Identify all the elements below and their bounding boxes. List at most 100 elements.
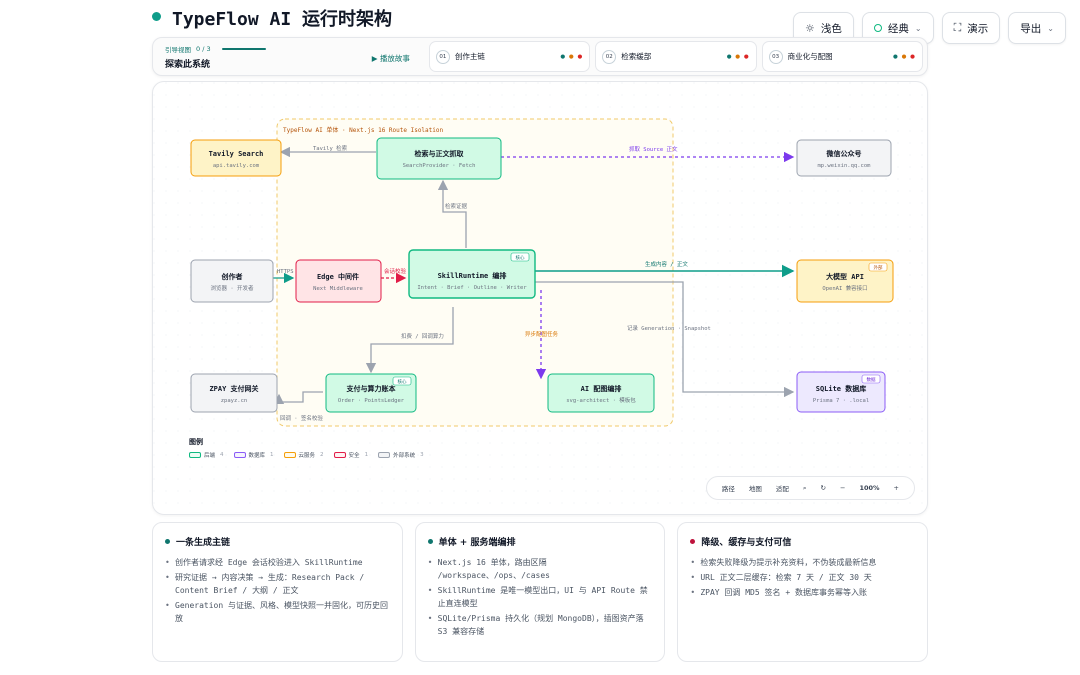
reset-icon[interactable]: ↻ [816, 484, 831, 492]
edge-label: 异步配图任务 [525, 330, 559, 338]
palette-icon [873, 24, 882, 32]
node-skill: SkillRuntime 编排 Intent · Brief · Outline… [408, 249, 536, 299]
node-sqlite: SQLite 数据库 Prisma 7 · .local 数据 [796, 371, 886, 413]
svg-text:Tavily Search: Tavily Search [209, 150, 264, 158]
present-button[interactable]: ⛶ 演示 [941, 12, 1001, 44]
zoom-toolbar: 路径 地图 适配 ⌕ ↻ − 100% + [705, 476, 915, 500]
legend-label: 安全 [348, 453, 360, 459]
edge-label: HTTPS [277, 269, 294, 275]
info-item: ZPAY 回调 MD5 签名 + 数据库事务幂等入账 [690, 586, 915, 599]
guide-step-3[interactable]: 03 商业化与配图 ● ● ● [761, 41, 923, 72]
legend-label: 后端 [204, 453, 216, 459]
step-label: 创作主链 [454, 52, 485, 61]
legend: 后端 4 数据库 1 云服务 2 安全 1 外部系统 3 [189, 451, 424, 459]
info-card-main-chain: 一条生成主链 创作者请求经 Edge 会话校验进入 SkillRuntime 研… [152, 522, 403, 662]
info-item: SQLite/Prisma 持久化（规划 MongoDB），插图资产落 S3 兼… [428, 612, 653, 638]
edge-label: 扣费 / 回调算力 [401, 332, 444, 340]
info-card-title: 降级、缓存与支付可信 [701, 538, 792, 548]
step-label: 商业化与配图 [787, 52, 833, 61]
node-order: 支付与算力账本 Order · PointsLedger 核心 [325, 373, 417, 413]
svg-text:Next Middleware: Next Middleware [313, 286, 363, 292]
step-number: 02 [602, 49, 617, 64]
svg-text:数据: 数据 [867, 376, 876, 383]
sun-icon: ☼ [805, 21, 815, 35]
legend-swatch [233, 452, 246, 458]
node-creator: 创作者 浏览器 · 开发者 [190, 259, 274, 303]
legend-count: 3 [420, 452, 424, 458]
edge-label: 检索证据 [445, 202, 468, 210]
play-story-button[interactable]: ▶ 播放故事 [372, 53, 410, 64]
svg-text:大模型 API: 大模型 API [826, 272, 864, 281]
step-number: 01 [435, 49, 450, 64]
node-zpay: ZPAY 支付网关 zpayz.cn [190, 373, 278, 413]
guide-step-2[interactable]: 02 检索缓部 ● ● ● [595, 41, 757, 72]
chevron-down-icon: ⌄ [1047, 23, 1054, 33]
search-icon[interactable]: ⌕ [798, 484, 812, 493]
step-meta: ● ● ● [560, 53, 584, 60]
legend-count: 2 [320, 452, 324, 458]
info-card-title: 一条生成主链 [176, 538, 231, 548]
legend-count: 4 [220, 452, 224, 458]
legend-count: 1 [364, 452, 369, 458]
svg-text:微信公众号: 微信公众号 [826, 149, 862, 158]
fit-button[interactable]: 适配 [771, 483, 794, 493]
svg-text:api.tavily.com: api.tavily.com [213, 163, 260, 169]
info-item: Generation 与证据、风格、模型快照一并固化，可历史回放 [165, 599, 390, 625]
region-label: TypeFlow AI 单体 · Next.js 16 Route Isolat… [283, 126, 443, 134]
info-item: Next.js 16 单体，路由区隔 /workspace、/ops、/case… [428, 556, 653, 582]
legend-item-security[interactable]: 安全 1 [333, 451, 369, 459]
export-label: 导出 [1020, 22, 1042, 35]
edge-label: 生成内容 / 正文 [645, 260, 688, 268]
node-llm: 大模型 API OpenAI 兼容接口 外部 [796, 259, 894, 303]
legend-item-external[interactable]: 外部系统 3 [378, 451, 424, 459]
step-meta: ● ● ● [726, 53, 750, 60]
step-label: 检索缓部 [621, 52, 652, 61]
node-wechat: 微信公众号 mp.weixin.qq.com [796, 139, 892, 177]
legend-swatch [333, 452, 346, 458]
legend-swatch [378, 452, 391, 458]
export-button[interactable]: 导出 ⌄ [1008, 12, 1066, 44]
path-button[interactable]: 路径 [717, 483, 740, 493]
style-classic-label: 经典 [887, 22, 909, 35]
legend-item-backend[interactable]: 后端 4 [189, 451, 224, 459]
node-edge: Edge 中间件 Next Middleware [295, 259, 382, 303]
title-dot [152, 12, 161, 21]
svg-text:Order · PointsLedger: Order · PointsLedger [338, 398, 405, 404]
guide-summary: 引导视图 0 / 3 探索此系统 ▶ 播放故事 [157, 41, 424, 72]
theme-light-label: 浅色 [820, 22, 842, 35]
svg-text:创作者: 创作者 [221, 272, 243, 281]
svg-text:Edge 中间件: Edge 中间件 [317, 272, 359, 281]
guide-progress: 0 / 3 [196, 44, 211, 53]
legend-item-database[interactable]: 数据库 1 [233, 451, 274, 459]
chevron-down-icon: ⌄ [914, 23, 922, 33]
svg-text:支付与算力账本: 支付与算力账本 [346, 384, 396, 393]
info-item: 检索失败降级为提示补充资料，不伪装成最新信息 [690, 556, 915, 569]
info-card-monolith: 单体 + 服务端编排 Next.js 16 单体，路由区隔 /workspace… [414, 522, 666, 662]
guide-progress-bar [221, 47, 266, 50]
node-ai-image: AI 配图编排 svg-architect · 模板包 [547, 373, 655, 413]
legend-count: 1 [270, 452, 274, 458]
edge-label: 回调 · 签名校验 [280, 414, 323, 422]
svg-text:ZPAY 支付网关: ZPAY 支付网关 [209, 384, 258, 393]
map-button[interactable]: 地图 [744, 483, 767, 493]
svg-text:OpenAI 兼容接口: OpenAI 兼容接口 [822, 284, 867, 292]
legend-label: 云服务 [298, 453, 316, 459]
step-meta: ● ● ● [893, 53, 916, 60]
zoom-out-button[interactable]: − [835, 484, 850, 492]
guide-step-1[interactable]: 01 创作主链 ● ● ● [428, 41, 591, 72]
legend-title: 图例 [189, 438, 203, 446]
bullet-dot [690, 539, 696, 544]
node-tavily: Tavily Search api.tavily.com [190, 139, 282, 177]
edge-label: 会话校验 [384, 267, 407, 275]
legend-item-cloud[interactable]: 云服务 2 [283, 451, 324, 459]
step-number: 03 [768, 49, 783, 64]
svg-text:Prisma 7 · .local: Prisma 7 · .local [813, 398, 869, 404]
svg-text:zpayz.cn: zpayz.cn [221, 398, 248, 404]
diagram-canvas[interactable]: TypeFlow AI 单体 · Next.js 16 Route Isolat… [152, 81, 928, 515]
info-card-reliability: 降级、缓存与支付可信 检索失败降级为提示补充资料，不伪装成最新信息 URL 正文… [677, 522, 929, 662]
zoom-in-button[interactable]: + [889, 484, 904, 492]
guide-label: 引导视图 [165, 45, 191, 54]
svg-text:检索与正文抓取: 检索与正文抓取 [415, 149, 465, 158]
svg-text:浏览器 · 开发者: 浏览器 · 开发者 [211, 284, 254, 292]
info-card-title: 单体 + 服务端编排 [438, 538, 516, 548]
